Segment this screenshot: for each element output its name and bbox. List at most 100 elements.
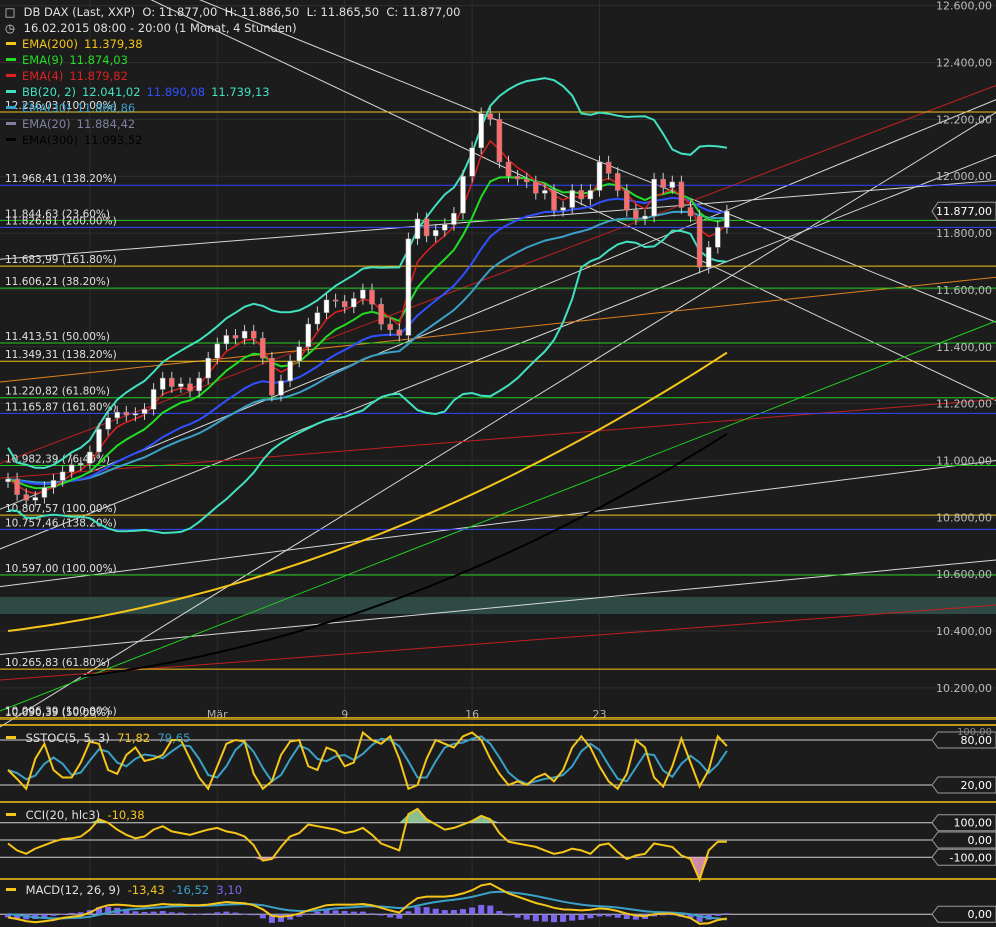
- candle-body: [687, 207, 694, 217]
- indicator-label: EMA(200): [22, 37, 78, 51]
- candle-body: [250, 330, 257, 339]
- macd-histogram-bar: [587, 914, 594, 919]
- candle-body: [369, 289, 375, 305]
- candle-body: [159, 377, 166, 390]
- candle-body: [460, 175, 466, 214]
- macd-histogram-bar: [432, 908, 439, 915]
- candle-body: [351, 298, 357, 308]
- candle-body: [705, 247, 712, 268]
- cci-legend: CCI(20, hlc3) -10,38: [4, 808, 145, 822]
- macd-histogram-bar: [396, 914, 403, 919]
- candle-body: [214, 343, 221, 359]
- candle-body: [478, 113, 484, 149]
- candle-body: [533, 181, 539, 194]
- macd-histogram-bar: [505, 914, 512, 916]
- y-tick-label: 10.400,00: [936, 625, 992, 638]
- candle-body: [323, 299, 330, 313]
- macd-histogram-bar: [250, 914, 257, 916]
- candle-body: [96, 428, 102, 453]
- candle-body: [287, 360, 293, 382]
- indicator-level-label: 100,00: [954, 817, 993, 830]
- macd-histogram-bar: [596, 914, 603, 917]
- candle-body: [651, 178, 657, 217]
- candle-body: [469, 147, 475, 177]
- macd-histogram-bar: [496, 911, 503, 915]
- macd-histogram-bar: [141, 911, 148, 915]
- candle-body: [487, 113, 494, 120]
- indicator-row: BB(20, 2) 12.041,02 11.890,08 11.739,13: [4, 84, 461, 100]
- y-tick-label: 12.400,00: [936, 57, 992, 70]
- macd-histogram-bar: [223, 911, 230, 915]
- clock-icon: ◷: [4, 21, 16, 35]
- candle-body: [514, 175, 521, 180]
- indicator-label: EMA(4): [22, 69, 64, 83]
- candle-body: [560, 207, 566, 211]
- candle-body: [551, 190, 557, 211]
- indicator-value: 11.379,38: [83, 37, 143, 51]
- macd-legend: MACD(12, 26, 9) -13,43 -16,52 3,10: [4, 883, 242, 897]
- indicator-label: EMA(9): [22, 53, 64, 67]
- macd-histogram-bar: [414, 906, 421, 915]
- candle-body: [596, 161, 603, 191]
- indicator-row: EMA(4) 11.879,82: [4, 68, 461, 84]
- macd-histogram-bar: [314, 911, 321, 915]
- main-legend: □ DB DAX (Last, XXP) O: 11.877,00 H: 11.…: [4, 4, 461, 148]
- candle-body: [87, 451, 93, 464]
- y-tick-label: 11.000,00: [936, 454, 992, 467]
- macd-histogram-bar: [478, 904, 485, 915]
- macd-histogram-bar: [177, 912, 184, 915]
- fib-level-label: 11.349,31 (138.20%): [5, 349, 117, 361]
- indicator-list: EMA(200) 11.379,38 EMA(9) 11.874,03 EMA(4) 11…: [4, 36, 461, 148]
- macd-histogram-bar: [578, 914, 585, 920]
- macd-value: -13,43: [127, 883, 165, 897]
- candle-body: [678, 181, 685, 208]
- stoch-top-label: 100,00: [957, 727, 992, 738]
- macd-hist-value: 3,10: [216, 883, 243, 897]
- y-tick-label: 10.600,00: [936, 568, 992, 581]
- indicator-row: EMA(300) 11.093,52: [4, 132, 461, 148]
- candle-body: [132, 413, 139, 416]
- macd-histogram-bar: [514, 914, 521, 918]
- candle-body: [696, 215, 703, 268]
- cci-value: -10,38: [107, 808, 145, 822]
- indicator-level-label: 0,00: [968, 908, 993, 921]
- candle-body: [660, 178, 666, 188]
- candle-body: [278, 380, 284, 396]
- candle-body: [587, 190, 594, 200]
- indicator-swatch: [6, 105, 16, 109]
- macd-histogram-bar: [405, 911, 412, 915]
- macd-histogram-bar: [359, 911, 366, 915]
- candle-body: [496, 119, 503, 163]
- indicator-label: EMA(20): [22, 117, 71, 131]
- macd-histogram-bar: [551, 914, 557, 923]
- indicator-row: EMA(9) 11.874,03: [4, 52, 461, 68]
- macd-histogram-bar: [259, 914, 266, 919]
- macd-histogram-bar: [387, 914, 394, 918]
- candle-body: [605, 161, 612, 174]
- period-text: 16.02.2015 08:00 - 20:00 (1 Monat, 4 Stu…: [23, 21, 297, 35]
- candle-body: [305, 323, 312, 348]
- macd-histogram-bar: [369, 913, 375, 915]
- candle-body: [669, 181, 676, 188]
- candle-body: [296, 346, 302, 362]
- candle-body: [68, 464, 75, 473]
- candle-body: [205, 357, 211, 379]
- macd-histogram-bar: [350, 911, 357, 915]
- stoch-legend: SSTOC(5, 5, 3) 71,82 79,65: [4, 731, 190, 745]
- macd-histogram-bar: [214, 912, 221, 915]
- candle-body: [724, 210, 730, 228]
- y-tick-label: 11.400,00: [936, 341, 992, 354]
- macd-histogram-bar: [378, 914, 385, 916]
- indicator-swatch: [6, 41, 16, 45]
- candle-body: [41, 487, 48, 498]
- candle-body: [260, 338, 266, 359]
- candle-body: [624, 190, 630, 211]
- candle-body: [505, 161, 512, 177]
- macd-histogram-bar: [614, 914, 621, 918]
- candle-body: [396, 329, 403, 336]
- candle-body: [59, 471, 66, 481]
- stoch-value: 71,82: [117, 731, 151, 745]
- macd-histogram-bar: [241, 913, 248, 915]
- macd-histogram-bar: [423, 907, 430, 915]
- candle-body: [232, 335, 239, 339]
